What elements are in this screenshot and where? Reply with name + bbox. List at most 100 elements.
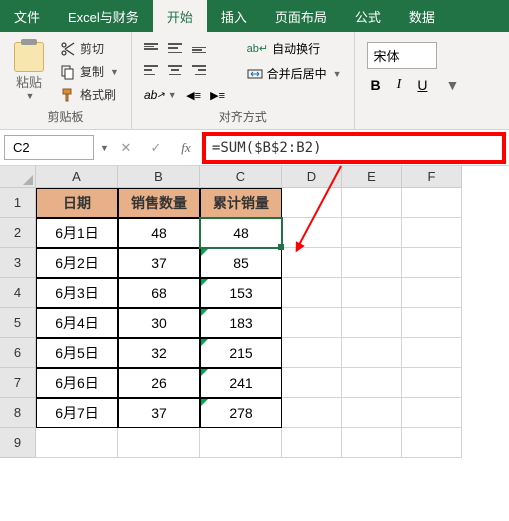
cell-c4[interactable]: 153 xyxy=(200,278,282,308)
formula-accept-button[interactable]: ✓ xyxy=(143,135,169,161)
merge-dropdown-icon[interactable]: ▼ xyxy=(333,69,342,79)
tab-data[interactable]: 数据 xyxy=(395,0,449,32)
name-box[interactable]: C2 xyxy=(4,135,94,160)
cell-a6[interactable]: 6月5日 xyxy=(36,338,118,368)
tab-file[interactable]: 文件 xyxy=(0,0,54,32)
cell-b7[interactable]: 26 xyxy=(118,368,200,398)
cell-c7[interactable]: 241 xyxy=(200,368,282,398)
formula-cancel-button[interactable]: ✕ xyxy=(113,135,139,161)
cell-a4[interactable]: 6月3日 xyxy=(36,278,118,308)
cell-e4[interactable] xyxy=(342,278,402,308)
orientation-button[interactable]: ab↗▼ xyxy=(140,85,181,105)
cell-d3[interactable] xyxy=(282,248,342,278)
tab-insert[interactable]: 插入 xyxy=(207,0,261,32)
cell-a8[interactable]: 6月7日 xyxy=(36,398,118,428)
row-header-1[interactable]: 1 xyxy=(0,188,36,218)
bold-button[interactable]: B xyxy=(367,75,385,95)
cell-e2[interactable] xyxy=(342,218,402,248)
cell-d5[interactable] xyxy=(282,308,342,338)
copy-button[interactable]: 复制 ▼ xyxy=(56,61,123,82)
cell-f3[interactable] xyxy=(402,248,462,278)
font-family-select[interactable]: 宋体 xyxy=(367,42,437,69)
cell-f1[interactable] xyxy=(402,188,462,218)
row-header-5[interactable]: 5 xyxy=(0,308,36,338)
align-middle-button[interactable] xyxy=(164,38,186,58)
cell-d4[interactable] xyxy=(282,278,342,308)
col-header-e[interactable]: E xyxy=(342,166,402,188)
cell-d9[interactable] xyxy=(282,428,342,458)
row-header-9[interactable]: 9 xyxy=(0,428,36,458)
tab-excel-finance[interactable]: Excel与财务 xyxy=(54,0,153,32)
row-header-4[interactable]: 4 xyxy=(0,278,36,308)
cell-e9[interactable] xyxy=(342,428,402,458)
col-header-c[interactable]: C xyxy=(200,166,282,188)
cell-c2[interactable]: 48 xyxy=(200,218,282,248)
align-top-button[interactable] xyxy=(140,38,162,58)
formula-input[interactable]: =SUM($B$2:B2) xyxy=(203,133,505,163)
col-header-f[interactable]: F xyxy=(402,166,462,188)
cell-f8[interactable] xyxy=(402,398,462,428)
cell-a5[interactable]: 6月4日 xyxy=(36,308,118,338)
row-header-6[interactable]: 6 xyxy=(0,338,36,368)
increase-indent-button[interactable]: ▶≡ xyxy=(207,85,229,105)
cell-b9[interactable] xyxy=(118,428,200,458)
merge-center-button[interactable]: 合并后居中 ▼ xyxy=(243,63,346,84)
cell-b4[interactable]: 68 xyxy=(118,278,200,308)
cell-b2[interactable]: 48 xyxy=(118,218,200,248)
cell-e1[interactable] xyxy=(342,188,402,218)
cell-e6[interactable] xyxy=(342,338,402,368)
cell-e7[interactable] xyxy=(342,368,402,398)
tab-formulas[interactable]: 公式 xyxy=(341,0,395,32)
italic-button[interactable]: I xyxy=(393,75,406,95)
cell-f2[interactable] xyxy=(402,218,462,248)
fill-handle[interactable] xyxy=(278,244,284,250)
row-header-2[interactable]: 2 xyxy=(0,218,36,248)
paste-dropdown-icon[interactable]: ▼ xyxy=(26,91,35,101)
select-all-corner[interactable] xyxy=(0,166,36,188)
underline-dropdown-icon[interactable]: ▼ xyxy=(441,75,463,95)
cut-button[interactable]: 剪切 xyxy=(56,38,123,59)
cell-a9[interactable] xyxy=(36,428,118,458)
cell-f7[interactable] xyxy=(402,368,462,398)
cell-d6[interactable] xyxy=(282,338,342,368)
cell-b8[interactable]: 37 xyxy=(118,398,200,428)
decrease-indent-button[interactable]: ◀≡ xyxy=(183,85,205,105)
format-painter-button[interactable]: 格式刷 xyxy=(56,84,123,105)
row-header-3[interactable]: 3 xyxy=(0,248,36,278)
cell-c5[interactable]: 183 xyxy=(200,308,282,338)
cell-d7[interactable] xyxy=(282,368,342,398)
copy-dropdown-icon[interactable]: ▼ xyxy=(110,67,119,77)
col-header-a[interactable]: A xyxy=(36,166,118,188)
cell-a7[interactable]: 6月6日 xyxy=(36,368,118,398)
cell-b1[interactable]: 销售数量 xyxy=(118,188,200,218)
align-bottom-button[interactable] xyxy=(188,38,210,58)
cell-c8[interactable]: 278 xyxy=(200,398,282,428)
cell-d8[interactable] xyxy=(282,398,342,428)
cell-b3[interactable]: 37 xyxy=(118,248,200,278)
cell-c9[interactable] xyxy=(200,428,282,458)
cell-f5[interactable] xyxy=(402,308,462,338)
insert-function-button[interactable]: fx xyxy=(173,135,199,161)
paste-button[interactable]: 粘贴 ▼ xyxy=(8,38,50,105)
cell-f9[interactable] xyxy=(402,428,462,458)
tab-home[interactable]: 开始 xyxy=(153,0,207,32)
cell-f4[interactable] xyxy=(402,278,462,308)
align-right-button[interactable] xyxy=(188,60,210,80)
cell-a1[interactable]: 日期 xyxy=(36,188,118,218)
cell-a3[interactable]: 6月2日 xyxy=(36,248,118,278)
align-center-button[interactable] xyxy=(164,60,186,80)
cell-d1[interactable] xyxy=(282,188,342,218)
cell-c1[interactable]: 累计销量 xyxy=(200,188,282,218)
row-header-8[interactable]: 8 xyxy=(0,398,36,428)
underline-button[interactable]: U xyxy=(413,75,431,95)
cell-e5[interactable] xyxy=(342,308,402,338)
cell-f6[interactable] xyxy=(402,338,462,368)
tab-layout[interactable]: 页面布局 xyxy=(261,0,341,32)
wrap-text-button[interactable]: ab↵ 自动换行 xyxy=(243,38,346,59)
row-header-7[interactable]: 7 xyxy=(0,368,36,398)
cell-a2[interactable]: 6月1日 xyxy=(36,218,118,248)
align-left-button[interactable] xyxy=(140,60,162,80)
cell-b5[interactable]: 30 xyxy=(118,308,200,338)
cell-b6[interactable]: 32 xyxy=(118,338,200,368)
cell-e8[interactable] xyxy=(342,398,402,428)
